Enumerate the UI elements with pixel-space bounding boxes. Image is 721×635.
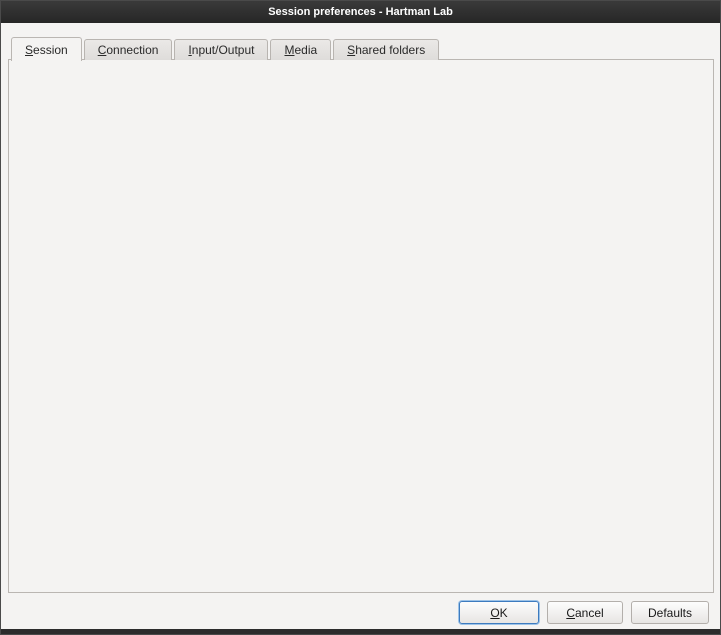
titlebar[interactable]: Session preferences - Hartman Lab — [1, 1, 720, 23]
tab-session[interactable]: Session — [11, 37, 82, 61]
tab-content-frame — [8, 59, 714, 593]
tab-connection[interactable]: Connection — [84, 39, 173, 60]
window-title: Session preferences - Hartman Lab — [268, 6, 453, 18]
window-bottom-border — [1, 629, 720, 634]
tab-input-output[interactable]: Input/Output — [174, 39, 268, 60]
ok-button[interactable]: OK — [459, 601, 539, 624]
cancel-button[interactable]: Cancel — [547, 601, 623, 624]
session-preferences-dialog: Session preferences - Hartman Lab Sessio… — [0, 0, 721, 635]
tab-shared-folders[interactable]: Shared folders — [333, 39, 439, 60]
tab-bar: Session Connection Input/Output Media Sh… — [11, 36, 441, 60]
tab-media[interactable]: Media — [270, 39, 331, 60]
defaults-button[interactable]: Defaults — [631, 601, 709, 624]
